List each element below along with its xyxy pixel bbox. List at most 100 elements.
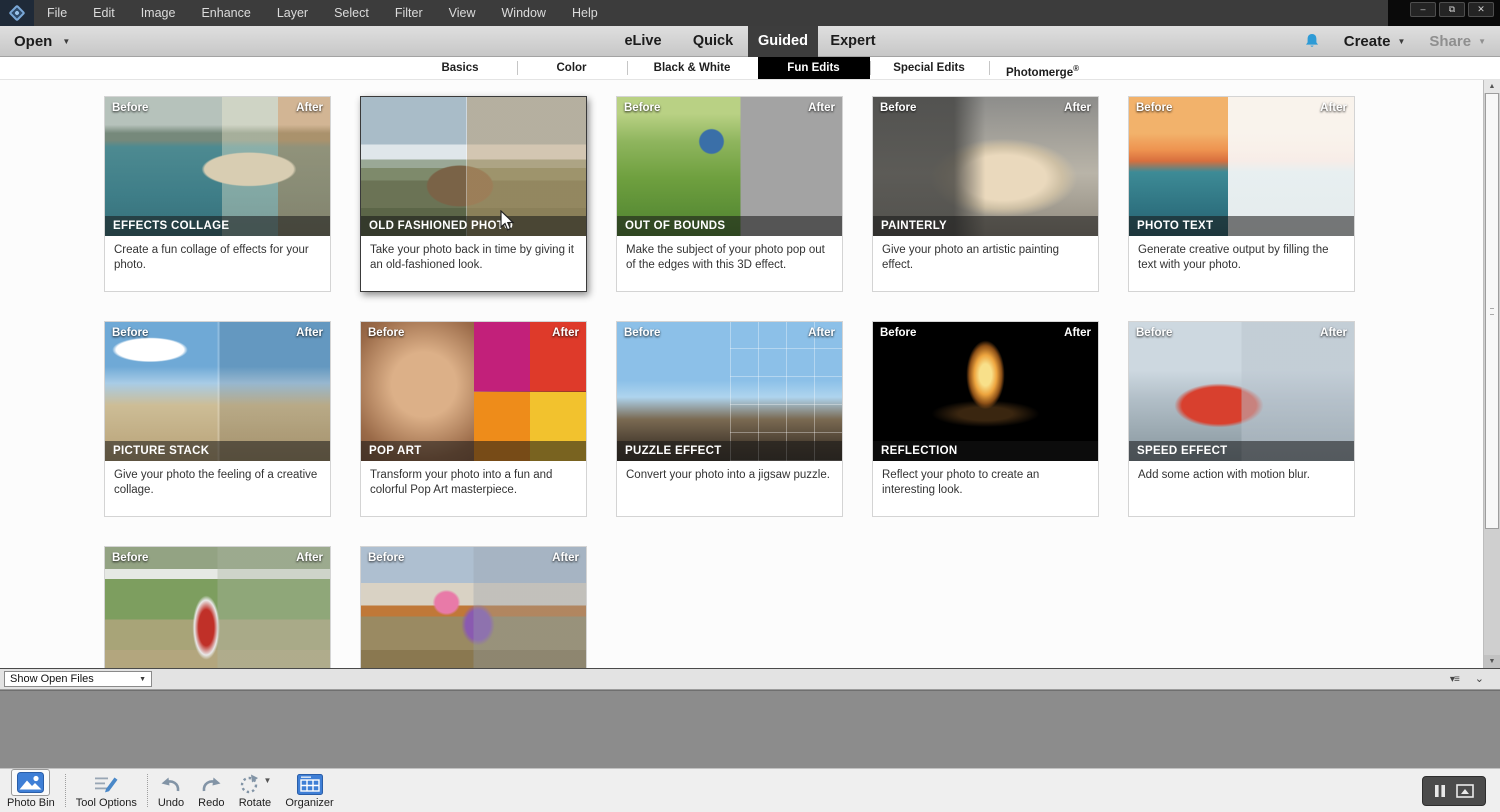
guided-tab-label: Basics (441, 62, 478, 74)
chevron-down-icon[interactable]: ▼ (62, 37, 70, 46)
before-label: Before (1136, 102, 1172, 114)
collapse-panel-chevron-icon[interactable]: ⌄ (1475, 674, 1484, 684)
after-label: After (296, 552, 323, 564)
menu-help[interactable]: Help (559, 0, 611, 26)
after-label: After (1320, 102, 1347, 114)
mode-tab-quick[interactable]: Quick (678, 26, 748, 57)
card-before-after-image: Before After PHOTO TEXT (1129, 97, 1354, 236)
taskbar-redo-button[interactable]: Redo (191, 769, 231, 812)
photo-bin-panel[interactable] (0, 690, 1500, 768)
menu-file[interactable]: File (34, 0, 80, 26)
chevron-down-icon: ▼ (1478, 37, 1486, 46)
menu-window[interactable]: Window (489, 0, 559, 26)
taskbar-photo-bin-button[interactable]: Photo Bin (0, 769, 62, 812)
guided-tab-black-white[interactable]: Black & White (627, 57, 758, 79)
guided-edit-card-row3-10[interactable]: Before After (104, 546, 331, 668)
guided-edit-card-picture-stack[interactable]: Before After PICTURE STACK Give your pho… (104, 321, 331, 517)
card-description: Transform your photo into a fun and colo… (361, 461, 586, 498)
card-before-after-image: Before After EFFECTS COLLAGE (105, 97, 330, 236)
taskbar-undo-button[interactable]: Undo (151, 769, 191, 812)
guided-tab-label: Photomerge (1006, 67, 1073, 79)
organizer-icon (297, 772, 323, 796)
open-button[interactable]: Open ▼ (14, 33, 70, 50)
scrollbar-up-arrow-icon[interactable]: ▲ (1484, 80, 1500, 93)
guided-edit-card-photo-text[interactable]: Before After PHOTO TEXT Generate creativ… (1128, 96, 1355, 292)
undo-icon (159, 772, 183, 796)
slideshow-preview-icon[interactable] (1456, 784, 1474, 798)
guided-tab-label: Black & White (654, 62, 731, 74)
open-button-label: Open (14, 33, 52, 50)
guided-tab-color[interactable]: Color (517, 57, 627, 79)
card-before-after-image: Before After (361, 547, 586, 668)
pause-icon[interactable] (1434, 784, 1446, 798)
mode-tabs: eLiveQuickGuidedExpert (608, 26, 888, 57)
scrollbar-down-arrow-icon[interactable]: ▼ (1484, 655, 1500, 668)
create-button[interactable]: Create ▼ (1344, 33, 1406, 50)
guided-tab-fun-edits[interactable]: Fun Edits (758, 57, 870, 79)
rotate-icon: ▼ (238, 772, 271, 796)
menu-image[interactable]: Image (128, 0, 189, 26)
vertical-scrollbar[interactable]: ▲ ▼ (1483, 80, 1500, 668)
chevron-down-icon: ▼ (1397, 37, 1405, 46)
playback-controls[interactable] (1422, 776, 1486, 806)
guided-tab-special-edits[interactable]: Special Edits (870, 57, 989, 79)
card-title: OUT OF BOUNDS (617, 216, 842, 236)
before-label: Before (880, 327, 916, 339)
notifications-bell-icon[interactable] (1304, 33, 1320, 50)
guided-edit-card-pop-art[interactable]: Before After POP ART Transform your phot… (360, 321, 587, 517)
minimize-window-button[interactable]: – (1410, 2, 1436, 17)
show-open-files-dropdown[interactable]: Show Open Files ▼ (4, 671, 152, 687)
guided-edit-card-speed-effect[interactable]: Before After SPEED EFFECT Add some actio… (1128, 321, 1355, 517)
after-label: After (1064, 327, 1091, 339)
show-open-files-value: Show Open Files (10, 673, 94, 685)
after-label: After (296, 102, 323, 114)
menu-filter[interactable]: Filter (382, 0, 436, 26)
card-description: Convert your photo into a jigsaw puzzle. (617, 461, 842, 483)
registered-mark: ® (1073, 64, 1079, 73)
card-before-after-image: OLD FASHIONED PHOTO (361, 97, 586, 236)
after-label: After (808, 327, 835, 339)
guided-edit-card-effects-collage[interactable]: Before After EFFECTS COLLAGE Create a fu… (104, 96, 331, 292)
card-title: SPEED EFFECT (1129, 441, 1354, 461)
taskbar-item-label: Organizer (285, 797, 333, 809)
photo-bin-icon (11, 769, 50, 796)
mode-tab-guided[interactable]: Guided (748, 26, 818, 57)
guided-tab-photomerge[interactable]: Photomerge® (989, 57, 1097, 79)
menu-items: FileEditImageEnhanceLayerSelectFilterVie… (34, 0, 611, 26)
after-label: After (808, 102, 835, 114)
mode-tab-expert[interactable]: Expert (818, 26, 888, 57)
guided-edit-card-row3-11[interactable]: Before After (360, 546, 587, 668)
taskbar-rotate-button[interactable]: ▼ Rotate (231, 769, 278, 812)
create-button-label: Create (1344, 33, 1391, 50)
menu-view[interactable]: View (436, 0, 489, 26)
card-before-after-image: Before After PUZZLE EFFECT (617, 322, 842, 461)
restore-window-button[interactable]: ⧉ (1439, 2, 1465, 17)
guided-edit-card-puzzle-effect[interactable]: Before After PUZZLE EFFECT Convert your … (616, 321, 843, 517)
before-label: Before (112, 327, 148, 339)
panel-menu-icon[interactable]: ▾≡ (1450, 674, 1459, 685)
guided-edit-card-painterly[interactable]: Before After PAINTERLY Give your photo a… (872, 96, 1099, 292)
guided-tab-basics[interactable]: Basics (404, 57, 517, 79)
menu-edit[interactable]: Edit (80, 0, 128, 26)
share-button[interactable]: Share ▼ (1429, 33, 1486, 50)
taskbar-item-label: Rotate (239, 797, 271, 809)
menu-select[interactable]: Select (321, 0, 382, 26)
taskbar-tool-options-button[interactable]: Tool Options (69, 769, 144, 812)
menu-enhance[interactable]: Enhance (188, 0, 263, 26)
card-before-after-image: Before After PICTURE STACK (105, 322, 330, 461)
scrollbar-thumb[interactable] (1485, 93, 1499, 529)
before-label: Before (112, 552, 148, 564)
close-window-button[interactable]: ✕ (1468, 2, 1494, 17)
card-description: Reflect your photo to create an interest… (873, 461, 1098, 498)
card-description: Give your photo the feeling of a creativ… (105, 461, 330, 498)
guided-edit-card-reflection[interactable]: Before After REFLECTION Reflect your pho… (872, 321, 1099, 517)
before-label: Before (368, 552, 404, 564)
taskbar-organizer-button[interactable]: Organizer (278, 769, 340, 812)
guided-edit-card-old-fashioned-photo[interactable]: OLD FASHIONED PHOTO Take your photo back… (360, 96, 587, 292)
before-label: Before (880, 102, 916, 114)
mode-tab-elive[interactable]: eLive (608, 26, 678, 57)
menu-layer[interactable]: Layer (264, 0, 321, 26)
guided-edit-card-out-of-bounds[interactable]: Before After OUT OF BOUNDS Make the subj… (616, 96, 843, 292)
chevron-down-icon[interactable]: ▼ (263, 776, 271, 785)
taskbar-separator (147, 774, 148, 807)
